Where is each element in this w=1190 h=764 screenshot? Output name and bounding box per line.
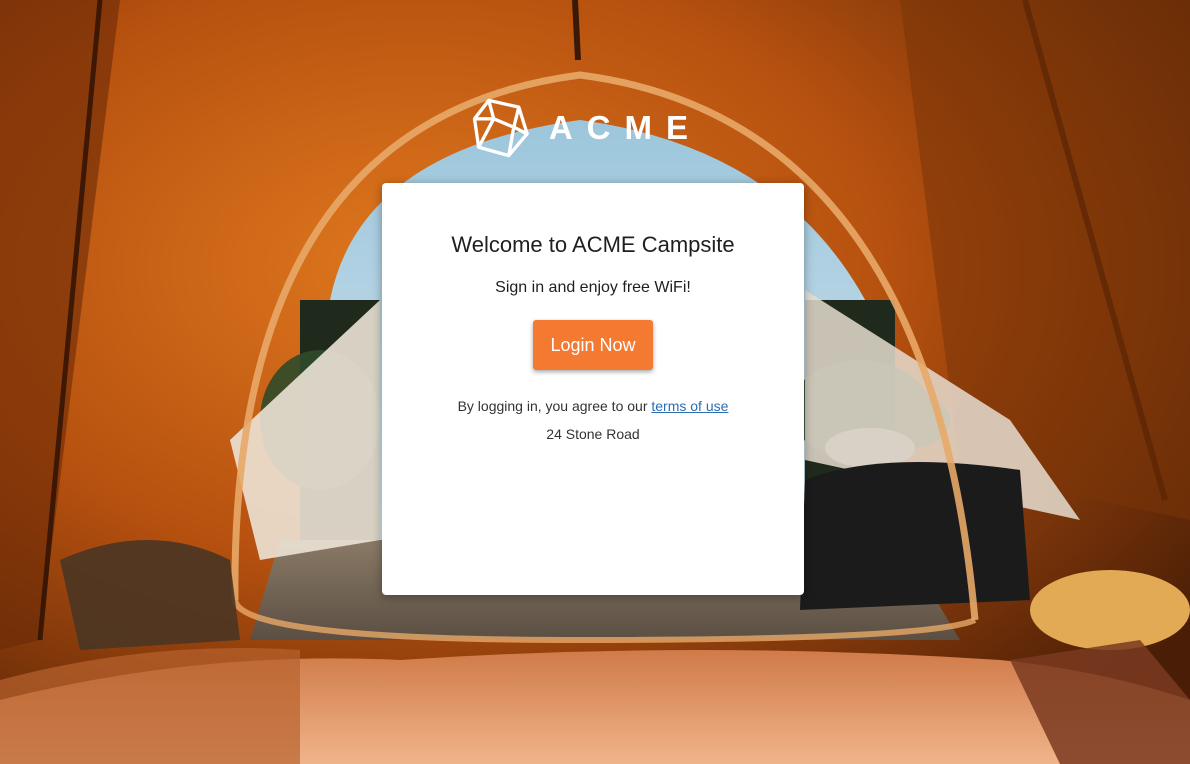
- captive-portal-page: ACME Welcome to ACME Campsite Sign in an…: [0, 0, 1190, 764]
- cube-outline-icon: [472, 98, 529, 158]
- login-now-button[interactable]: Login Now: [533, 320, 653, 370]
- campsite-address: 24 Stone Road: [546, 426, 640, 442]
- login-card: Welcome to ACME Campsite Sign in and enj…: [382, 183, 804, 595]
- terms-prefix: By logging in, you agree to our: [457, 398, 652, 414]
- terms-of-use-link[interactable]: terms of use: [651, 398, 728, 414]
- welcome-title: Welcome to ACME Campsite: [451, 232, 735, 257]
- acme-logo: ACME: [472, 90, 702, 166]
- terms-notice: By logging in, you agree to our terms of…: [382, 398, 804, 414]
- welcome-subtitle: Sign in and enjoy free WiFi!: [495, 279, 691, 296]
- brand-name: ACME: [548, 109, 702, 146]
